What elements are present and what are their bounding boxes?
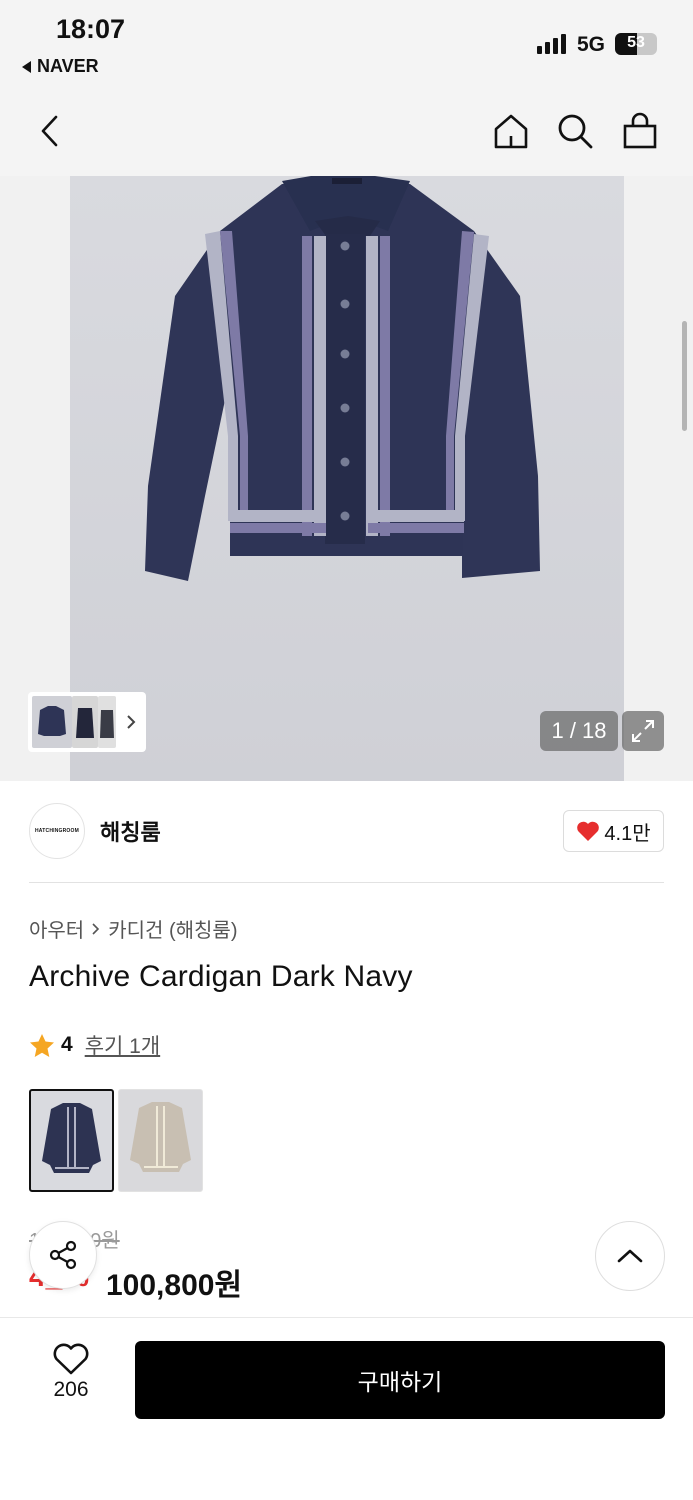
breadcrumb-subcategory[interactable]: 카디건 (해칭룸)	[108, 914, 237, 943]
thumbnail-model	[100, 710, 114, 738]
breadcrumb: 아우터 카디건 (해칭룸)	[29, 914, 237, 943]
status-time: 18:07	[56, 14, 126, 44]
color-option-navy[interactable]	[29, 1089, 114, 1192]
signal-icon	[537, 34, 566, 54]
brand-like-count: 4.1만	[604, 822, 651, 845]
chevron-right-icon[interactable]	[124, 714, 138, 730]
top-nav	[0, 90, 693, 176]
brand-logo[interactable]: HATCHINGROOM	[29, 803, 85, 859]
chevron-left-icon	[41, 115, 58, 147]
battery-icon: 53	[615, 33, 657, 55]
beige-cardigan-thumbnail	[130, 1102, 191, 1172]
back-app-label: NAVER	[37, 56, 99, 76]
navy-cardigan-thumbnail	[42, 1103, 101, 1173]
status-bar: 18:07 NAVER 5G 53	[0, 0, 693, 90]
breadcrumb-category[interactable]: 아우터	[29, 914, 84, 943]
reviews-link[interactable]: 후기 1개	[85, 1030, 160, 1060]
network-label: 5G	[577, 33, 606, 56]
back-to-app-link[interactable]: NAVER	[22, 56, 99, 77]
bottom-bar: 206 구매하기	[0, 1317, 693, 1500]
thumbnail-strip[interactable]	[28, 692, 146, 752]
back-button[interactable]	[27, 108, 73, 154]
page-scrollbar[interactable]	[682, 321, 687, 431]
thumbnail-cardigan	[38, 706, 66, 736]
buy-button[interactable]: 구매하기	[135, 1341, 665, 1419]
product-title: Archive Cardigan Dark Navy	[29, 960, 413, 993]
brand-like-button[interactable]: 4.1만	[563, 810, 664, 852]
image-counter: 1 / 18	[540, 711, 618, 751]
breadcrumb-chevron-icon	[92, 922, 100, 935]
thumbnail-image[interactable]	[72, 696, 98, 748]
brand-name[interactable]: 해칭룸	[100, 815, 161, 847]
back-triangle-icon	[22, 60, 31, 73]
expand-icon	[632, 720, 654, 742]
heart-outline-icon	[53, 1343, 89, 1375]
product-gallery[interactable]: 1 / 18	[0, 176, 693, 781]
brand-logo-text: HATCHINGROOM	[35, 828, 79, 834]
wishlist-button[interactable]: 206	[40, 1342, 102, 1402]
cart-button[interactable]	[617, 108, 663, 154]
heart-filled-icon	[577, 821, 600, 841]
star-icon	[30, 1033, 54, 1057]
color-option-beige[interactable]	[118, 1089, 203, 1192]
thumbnail-image[interactable]	[98, 696, 116, 748]
rating-row: 4 후기 1개	[29, 1030, 160, 1060]
chevron-up-icon	[617, 1249, 643, 1263]
sale-price: 100,800원	[106, 1269, 243, 1302]
home-icon	[494, 114, 528, 149]
thumbnail-model	[76, 708, 94, 738]
scroll-top-button[interactable]	[595, 1221, 665, 1291]
rating-score: 4	[61, 1033, 73, 1056]
share-icon	[49, 1240, 77, 1270]
expand-button[interactable]	[622, 711, 664, 751]
home-button[interactable]	[488, 108, 534, 154]
battery-percent: 53	[627, 34, 645, 51]
wishlist-count: 206	[53, 1378, 89, 1401]
search-button[interactable]	[552, 108, 598, 154]
share-button[interactable]	[29, 1221, 97, 1289]
shopping-bag-icon	[623, 112, 657, 149]
thumbnail-image[interactable]	[32, 696, 72, 748]
cardigan-photo	[145, 176, 540, 581]
product-image[interactable]	[70, 176, 624, 781]
divider	[29, 882, 664, 883]
search-icon	[558, 114, 593, 149]
